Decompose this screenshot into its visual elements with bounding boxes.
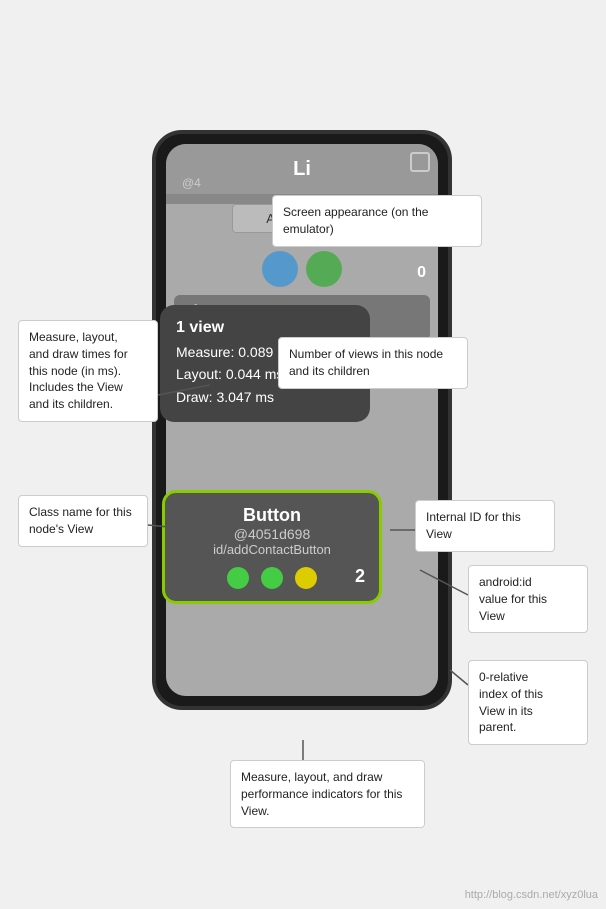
count-badge-top: 0 <box>417 264 426 282</box>
dot-green-1 <box>227 567 249 589</box>
view-popup-title: 1 view <box>176 319 354 337</box>
annotation-android-id: android:id value for this View <box>468 565 588 633</box>
dot-row <box>181 567 363 589</box>
annotation-internal-id: Internal ID for this View <box>415 500 555 552</box>
screen-title: Li <box>293 158 311 181</box>
annotation-perf-indicators: Measure, layout, and draw performance in… <box>230 760 425 828</box>
button-node-title: Button <box>181 505 363 526</box>
annotation-measure-layout-draw: Measure, layout, and draw times for this… <box>18 320 158 422</box>
screen-body: Add Contact 0 Che @b1... <box>166 204 438 696</box>
annotation-number-of-views: Number of views in this node and its chi… <box>278 337 468 389</box>
window-button[interactable] <box>410 152 430 172</box>
avatar-blue <box>262 251 298 287</box>
screen-top-bar: Li @4 <box>166 144 438 194</box>
annotation-zero-relative: 0-relative index of this View in its par… <box>468 660 588 745</box>
dot-green-2 <box>261 567 283 589</box>
annotation-class-name: Class name for this node's View <box>18 495 148 547</box>
node-count: 2 <box>355 566 365 587</box>
screen-subtitle: @4 <box>182 176 201 190</box>
button-node-resid: id/addContactButton <box>181 542 363 557</box>
annotation-screen-appearance: Screen appearance (on the emulator) <box>272 195 482 247</box>
button-node-id: @4051d698 <box>181 526 363 542</box>
view-popup-draw: Draw: 3.047 ms <box>176 386 354 408</box>
avatar-green <box>306 251 342 287</box>
watermark: http://blog.csdn.net/xyz0lua <box>465 889 598 901</box>
avatar-row <box>166 243 438 295</box>
dot-yellow <box>295 567 317 589</box>
button-node: Button @4051d698 id/addContactButton 2 <box>162 490 382 604</box>
